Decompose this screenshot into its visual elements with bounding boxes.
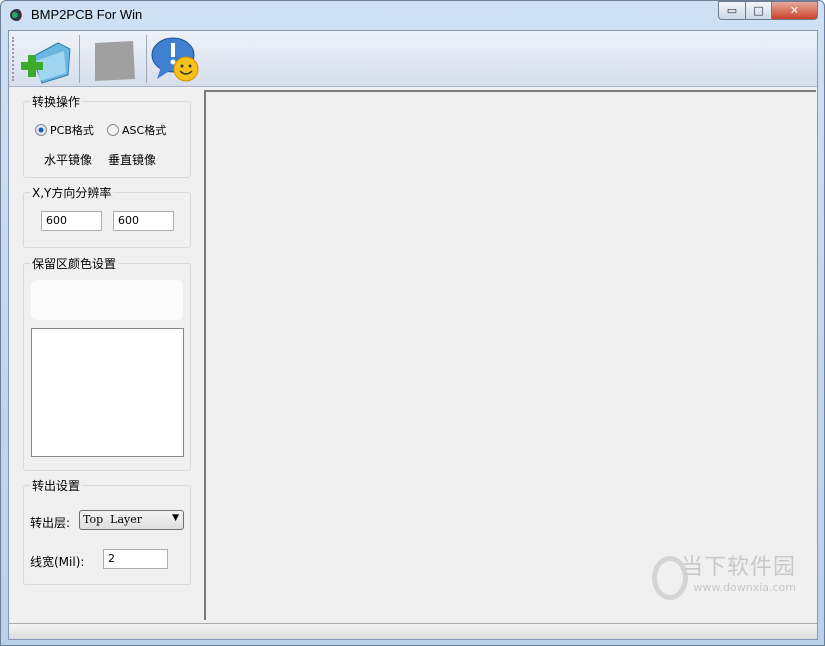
disabled-icon	[95, 41, 135, 81]
mirror-horizontal-button[interactable]: 水平镜像	[44, 151, 92, 168]
line-width-label: 线宽(Mil):	[30, 555, 85, 569]
watermark-text: 当下软件园	[680, 555, 796, 580]
group-label: 转换操作	[30, 93, 83, 110]
about-button[interactable]	[149, 35, 211, 85]
y-resolution-input[interactable]: 600	[113, 211, 174, 231]
radio-label: PCB格式	[50, 124, 94, 137]
convert-ops-group: 转换操作 PCB格式 ASC格式 水平镜像 垂直镜像	[23, 93, 191, 178]
line-width-input[interactable]: 2	[103, 549, 168, 569]
preview-canvas[interactable]: 当下软件园 www.downxia.com	[204, 90, 816, 620]
open-folder-icon	[21, 42, 71, 84]
minimize-button[interactable]: ▭	[718, 1, 745, 20]
settings-panel: 转换操作 PCB格式 ASC格式 水平镜像 垂直镜像 X,Y方向分辨率 600 …	[9, 88, 202, 620]
radio-asc-format[interactable]: ASC格式	[107, 122, 166, 138]
title-bar: BMP2PCB For Win ▭ □ ✕	[1, 1, 824, 29]
toolbar	[9, 31, 817, 87]
watermark: 当下软件园 www.downxia.com	[681, 549, 796, 594]
status-bar	[9, 623, 817, 639]
info-smiley-icon	[151, 37, 199, 82]
mirror-vertical-button[interactable]: 垂直镜像	[108, 151, 156, 168]
open-file-button[interactable]	[18, 35, 80, 85]
client-area: 转换操作 PCB格式 ASC格式 水平镜像 垂直镜像 X,Y方向分辨率 600 …	[8, 30, 818, 640]
output-group: 转出设置 转出层: Top Layer ▼ 线宽(Mil): 2	[23, 477, 191, 585]
toolbar-grip[interactable]	[12, 37, 15, 81]
select-value: Top Layer	[83, 513, 142, 526]
group-label: X,Y方向分辨率	[30, 184, 114, 201]
radio-pcb-format[interactable]: PCB格式	[35, 122, 94, 138]
keep-color-group: 保留区颜色设置	[23, 255, 191, 471]
resolution-group: X,Y方向分辨率 600 600	[23, 184, 191, 248]
disabled-toolbar-button[interactable]	[83, 35, 145, 85]
maximize-button[interactable]: □	[745, 1, 772, 20]
color-list[interactable]	[31, 328, 184, 457]
x-resolution-input[interactable]: 600	[41, 211, 102, 231]
app-window: BMP2PCB For Win ▭ □ ✕ 转换操作 PCB格式 ASC格式 水…	[0, 0, 825, 646]
chevron-down-icon: ▼	[172, 513, 179, 523]
color-swatch[interactable]	[31, 280, 183, 320]
window-title: BMP2PCB For Win	[31, 7, 143, 22]
watermark-url: www.downxia.com	[693, 581, 796, 594]
output-layer-select[interactable]: Top Layer ▼	[79, 510, 184, 530]
group-label: 保留区颜色设置	[30, 255, 119, 272]
radio-label: ASC格式	[122, 124, 167, 137]
app-icon	[10, 9, 24, 21]
close-button[interactable]: ✕	[772, 1, 818, 20]
group-label: 转出设置	[30, 477, 83, 494]
layer-label: 转出层:	[30, 516, 71, 530]
